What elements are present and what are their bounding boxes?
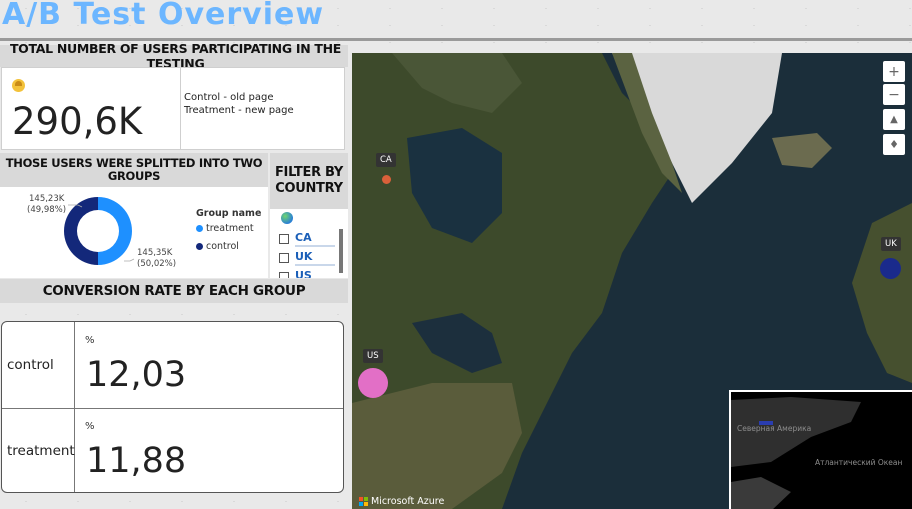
attribution-text: Microsoft Azure	[371, 496, 445, 507]
zoom-in-button[interactable]: +	[883, 61, 905, 82]
checkbox-ca[interactable]	[279, 234, 289, 244]
split-groups-header: THOSE USERS WERE SPLITTED INTO TWO GROUP…	[0, 153, 268, 187]
control-description: Control - old page	[184, 92, 274, 103]
country-map[interactable]: + − ▲ ♦ CA UK US Microsoft Azure Северна…	[352, 53, 912, 509]
filter-scrollbar[interactable]	[339, 229, 343, 273]
map-attribution: Microsoft Azure	[359, 496, 444, 507]
control-value-label: 145,23K	[29, 194, 65, 204]
conversion-row-label-treatment: treatment	[7, 443, 75, 459]
pin-label-uk: UK	[881, 237, 901, 251]
filter-item-uk[interactable]: UK	[279, 250, 335, 266]
inset-map[interactable]: Северная Америка Атлантический Океан	[729, 390, 912, 509]
conversion-divider-horizontal	[2, 408, 343, 409]
split-donut-panel: 145,23K (49,98%) 145,35K (50,02%) Group …	[0, 187, 268, 278]
zoom-out-icon: −	[888, 86, 900, 103]
pin-label-ca: CA	[376, 153, 396, 167]
conversion-divider-vertical	[74, 322, 75, 492]
legend-label-control: control	[206, 241, 239, 252]
zoom-in-icon: +	[888, 63, 900, 80]
total-users-value: 290,6K	[12, 100, 143, 143]
control-dot-icon	[196, 243, 203, 250]
checkbox-us[interactable]	[279, 272, 289, 278]
tilt-button[interactable]: ▲	[883, 109, 905, 130]
conversion-unit-control: %	[85, 335, 95, 346]
tilt-icon: ▲	[890, 114, 898, 125]
filter-label-us: US	[295, 269, 335, 278]
total-users-card: 290,6K	[1, 67, 181, 150]
treatment-pct-label: (50,02%)	[137, 259, 177, 269]
zoom-out-button[interactable]: −	[883, 84, 905, 105]
filter-item-ca[interactable]: CA	[279, 231, 335, 247]
legend-item-treatment[interactable]: treatment	[196, 223, 254, 234]
total-users-header: TOTAL NUMBER OF USERS PARTICIPATING IN T…	[0, 41, 348, 71]
conversion-card: control % 12,03 treatment % 11,88	[1, 321, 344, 493]
land-iceland	[772, 133, 832, 168]
compass-icon: ♦	[889, 138, 899, 151]
filter-header: FILTER BY COUNTRY	[270, 153, 348, 209]
conversion-header: CONVERSION RATE BY EACH GROUP	[0, 279, 348, 303]
donut-slice-control	[64, 197, 98, 265]
filter-item-us[interactable]: US	[279, 269, 335, 278]
legend-item-control[interactable]: control	[196, 241, 239, 252]
group-description: Control - old page Treatment - new page	[181, 67, 345, 150]
group-legend-title: Group name	[196, 208, 262, 219]
inset-terrain	[731, 397, 861, 509]
bubble-us[interactable]	[358, 368, 388, 398]
legend-label-treatment: treatment	[206, 223, 254, 234]
country-filter-slicer: CA UK US	[270, 209, 348, 278]
land-europe	[852, 203, 912, 383]
filter-label-ca: CA	[295, 231, 335, 247]
page-title: A/B Test Overview	[2, 0, 325, 32]
globe-icon	[281, 212, 293, 224]
inset-label-north-america: Северная Америка	[737, 424, 812, 433]
bubble-ca[interactable]	[382, 175, 391, 184]
treatment-dot-icon	[196, 225, 203, 232]
inset-label-atlantic: Атлантический Океан	[815, 458, 903, 467]
bubble-uk[interactable]	[880, 258, 901, 279]
treatment-leader-line	[124, 258, 135, 262]
microsoft-logo-icon	[359, 497, 368, 506]
conversion-row-label-control: control	[7, 357, 54, 373]
checkbox-uk[interactable]	[279, 253, 289, 263]
conversion-unit-treatment: %	[85, 421, 95, 432]
treatment-value-label: 145,35K	[137, 248, 173, 258]
donut-slice-treatment	[98, 197, 132, 265]
control-pct-label: (49,98%)	[27, 205, 67, 215]
conversion-value-control: 12,03	[86, 355, 187, 395]
inset-land-region	[731, 477, 791, 509]
filter-label-uk: UK	[295, 250, 335, 266]
compass-button[interactable]: ♦	[883, 134, 905, 155]
treatment-description: Treatment - new page	[184, 105, 294, 116]
conversion-value-treatment: 11,88	[86, 441, 187, 481]
user-icon	[12, 79, 25, 92]
pin-label-us: US	[363, 349, 383, 363]
